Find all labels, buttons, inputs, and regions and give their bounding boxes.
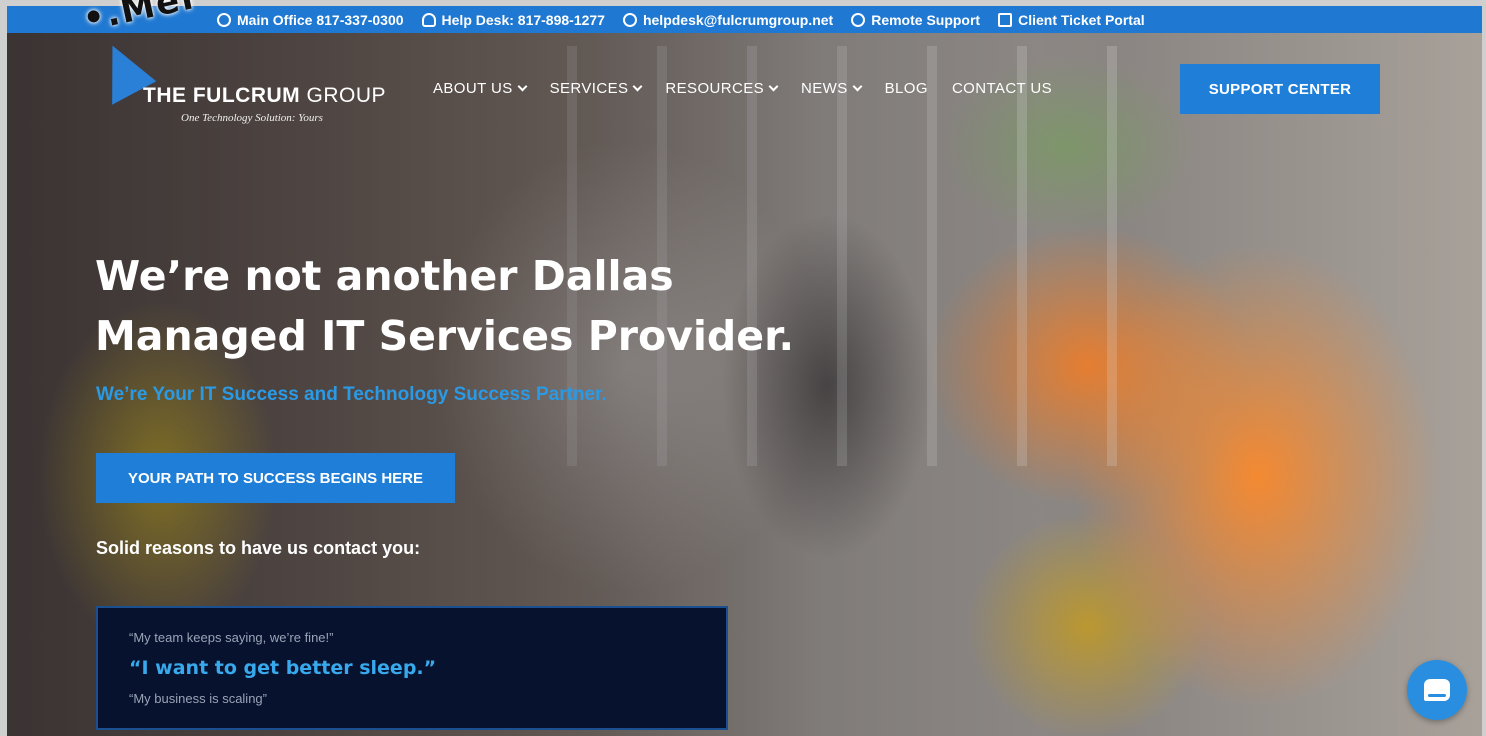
hero-headline-line-1: We’re not another Dallas (95, 252, 674, 300)
hero-headline: We’re not another Dallas Managed IT Serv… (95, 246, 855, 366)
quote-rotator: “My team keeps saying, we’re fine!” “I w… (96, 606, 728, 730)
quote-current: “I want to get better sleep.” (129, 657, 437, 679)
nav-item-contact-us[interactable]: CONTACT US (952, 80, 1052, 97)
lifebuoy-icon (851, 12, 866, 27)
remote-support-label: Remote Support (871, 11, 981, 28)
phone-icon (217, 12, 231, 27)
chevron-down-icon (517, 81, 528, 92)
ticket-icon (998, 12, 1013, 27)
chevron-down-icon (852, 81, 863, 92)
remote-support-link[interactable]: Remote Support (851, 12, 980, 28)
logo-tagline: One Technology Solution: Yours (181, 112, 323, 124)
page: Main Office 817-337-0300 Help Desk: 817-… (7, 6, 1482, 736)
email-link[interactable]: helpdesk@fulcrumgroup.net (622, 11, 834, 28)
support-center-button[interactable]: SUPPORT CENTER (1180, 64, 1380, 114)
client-ticket-portal-link[interactable]: Client Ticket Portal (998, 12, 1145, 28)
hero-subheadline: We’re Your IT Success and Technology Suc… (96, 384, 607, 405)
nav-item-blog[interactable]: BLOG (885, 80, 928, 97)
reasons-heading: Solid reasons to have us contact you: (96, 538, 421, 558)
chevron-down-icon (632, 81, 643, 92)
user-icon (421, 12, 436, 27)
nav-item-resources[interactable]: RESOURCES (665, 80, 779, 97)
quote-previous: “My team keeps saying, we’re fine!” (129, 630, 334, 645)
client-ticket-portal-label: Client Ticket Portal (1018, 11, 1145, 28)
chevron-down-icon (768, 81, 779, 92)
email-icon (622, 12, 637, 27)
nav-item-services[interactable]: SERVICES (550, 80, 643, 97)
main-nav: ABOUT US SERVICES RESOURCES NEWS BLOG CO… (433, 80, 1052, 97)
quote-next: “My business is scaling” (129, 691, 267, 706)
logo-wordmark: THE FULCRUM GROUP (143, 84, 386, 107)
hero-headline-line-2: Managed IT Services Provider. (95, 312, 795, 360)
top-contact-bar: Main Office 817-337-0300 Help Desk: 817-… (7, 6, 1482, 33)
email-label: helpdesk@fulcrumgroup.net (642, 11, 834, 28)
main-office-link[interactable]: Main Office 817-337-0300 (217, 12, 404, 28)
fulcrum-group-logo[interactable]: THE FULCRUM GROUP One Technology Solutio… (87, 35, 386, 126)
nav-item-about-us[interactable]: ABOUT US (433, 80, 528, 97)
chat-bubble-icon (1424, 679, 1450, 701)
help-desk-label: Help Desk: 817-898-1277 (441, 11, 605, 28)
path-to-success-button[interactable]: YOUR PATH TO SUCCESS BEGINS HERE (96, 453, 455, 503)
chat-widget-button[interactable] (1407, 660, 1467, 720)
nav-item-news[interactable]: NEWS (801, 80, 863, 97)
help-desk-link[interactable]: Help Desk: 817-898-1277 (421, 11, 605, 28)
main-office-label: Main Office 817-337-0300 (237, 11, 404, 28)
